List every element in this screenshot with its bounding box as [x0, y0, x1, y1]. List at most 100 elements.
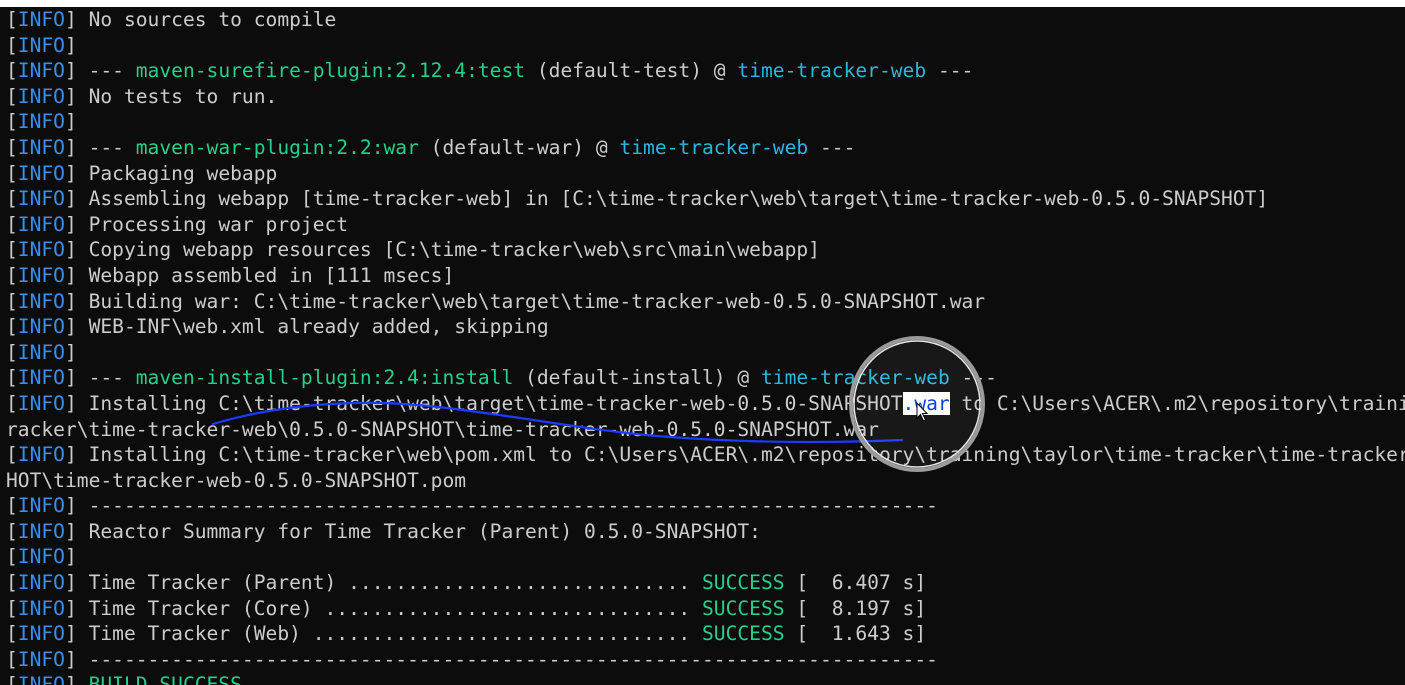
module-name: time-tracker-web [619, 135, 809, 159]
log-level-tag: INFO [17, 212, 65, 236]
plugin-goal: maven-install-plugin:2.4:install [135, 366, 514, 390]
log-text: [ [6, 571, 18, 595]
terminal-line: [INFO] ---------------------------------… [6, 493, 1405, 519]
log-text: [ 1.643 s] [784, 622, 927, 646]
log-text: [ [6, 519, 18, 543]
log-text: ] [64, 33, 77, 57]
log-level-tag: INFO [17, 289, 65, 313]
terminal-line: [INFO] No tests to run. [6, 84, 1405, 110]
terminal-line: [INFO] Copying webapp resources [C:\time… [6, 237, 1405, 263]
log-text: [ [6, 238, 18, 262]
terminal-line: [INFO] Building war: C:\time-tracker\web… [6, 289, 1405, 315]
terminal-line: [INFO] [6, 109, 1405, 135]
log-level-tag: INFO [17, 571, 65, 595]
terminal-window[interactable]: [INFO] No sources to compile [INFO] [INFO]… [0, 0, 1405, 685]
log-text: (default-install) @ [513, 366, 761, 390]
module-name: time-tracker-web [761, 366, 950, 390]
log-level-tag: INFO [17, 33, 65, 57]
log-level-tag: INFO [17, 443, 65, 467]
log-text: --- [926, 59, 974, 83]
log-text: ] Building war: C:\time-tracker\web\targ… [64, 289, 986, 313]
terminal-line: [INFO] Assembling webapp [time-tracker-w… [6, 186, 1405, 212]
status-success: SUCCESS [702, 596, 785, 620]
log-text: ] Copying webapp resources [C:\time-trac… [64, 238, 820, 262]
log-level-tag: INFO [17, 647, 65, 671]
terminal-line: [INFO] Time Tracker (Web) ..............… [6, 621, 1405, 647]
log-text: [ [6, 366, 18, 390]
log-text: [ [6, 673, 18, 685]
log-level-tag: INFO [17, 340, 65, 364]
log-text: [ [6, 443, 18, 467]
plugin-goal: maven-surefire-plugin:2.12.4:test [135, 59, 526, 83]
terminal-line: [INFO] --- maven-surefire-plugin:2.12.4:… [6, 58, 1405, 84]
log-level-tag: INFO [17, 366, 65, 390]
log-text: ] Processing war project [64, 212, 349, 236]
terminal-line: [INFO] WEB-INF\web.xml already added, sk… [6, 314, 1405, 340]
terminal-line: [INFO] No sources to compile [6, 7, 1405, 33]
log-text: [ [6, 33, 18, 57]
log-level-tag: INFO [17, 263, 65, 287]
log-text: ] --- [64, 366, 136, 390]
terminal-line: [INFO] Packaging webapp [6, 161, 1405, 187]
log-text: [ [6, 161, 18, 185]
log-level-tag: INFO [17, 84, 65, 108]
log-text: [ [6, 647, 18, 671]
window-top-edge [0, 0, 1405, 7]
terminal-line: [INFO] [6, 340, 1405, 366]
log-text: to C:\Users\ACER\.m2\repository\training… [961, 391, 1405, 415]
log-level-tag: INFO [17, 135, 65, 159]
log-level-tag: INFO [17, 622, 65, 646]
log-text: ] Installing C:\time-tracker\web\pom.xml… [64, 443, 1405, 467]
log-text: ] [64, 110, 77, 134]
log-level-tag: INFO [17, 315, 65, 339]
terminal-line: [INFO] Time Tracker (Parent) ...........… [6, 570, 1405, 596]
log-text: ] --------------------------------------… [64, 494, 938, 518]
log-text: [ 8.197 s] [784, 596, 927, 620]
log-text: ] Time Tracker (Web) ...................… [64, 622, 702, 646]
log-text: [ [6, 135, 18, 159]
log-text: [ [6, 187, 18, 211]
log-level-tag: INFO [17, 161, 65, 185]
log-text: [ [6, 263, 18, 287]
terminal-output[interactable]: [INFO] No sources to compile [INFO] [INFO]… [6, 7, 1405, 685]
log-text: [ [6, 596, 18, 620]
log-text: ] Assembling webapp [time-tracker-web] i… [64, 187, 1269, 211]
status-success: SUCCESS [702, 571, 785, 595]
status-success: SUCCESS [702, 622, 785, 646]
log-text: racker\time-tracker-web\0.5.0-SNAPSHOT\t… [6, 417, 879, 441]
log-text: HOT\time-tracker-web-0.5.0-SNAPSHOT.pom [6, 468, 467, 492]
log-text: [ [6, 494, 18, 518]
status-success: BUILD SUCCESS [88, 673, 242, 685]
terminal-line: [INFO] [6, 544, 1405, 570]
log-level-tag: INFO [17, 187, 65, 211]
terminal-line: [INFO] Installing C:\time-tracker\web\po… [6, 442, 1405, 468]
terminal-line: [INFO] Installing C:\time-tracker\web\ta… [6, 391, 1405, 417]
log-text: ] WEB-INF\web.xml already added, skippin… [64, 315, 549, 339]
log-text: [ [6, 340, 18, 364]
log-level-tag: INFO [17, 110, 65, 134]
log-text: --- [949, 366, 997, 390]
log-text: --- [808, 135, 856, 159]
terminal-line: HOT\time-tracker-web-0.5.0-SNAPSHOT.pom [6, 468, 1405, 494]
log-text: ] Time Tracker (Parent) ................… [64, 571, 702, 595]
log-level-tag: INFO [17, 673, 65, 685]
log-level-tag: INFO [17, 596, 65, 620]
log-level-tag: INFO [17, 545, 65, 569]
log-text: [ [6, 110, 18, 134]
log-text: ] --------------------------------------… [64, 647, 938, 671]
log-level-tag: INFO [17, 8, 65, 31]
log-level-tag: INFO [17, 391, 65, 415]
log-text: ] [64, 545, 77, 569]
log-text: ] Webapp assembled in [111 msecs] [64, 263, 455, 287]
log-text: ] Packaging webapp [64, 161, 278, 185]
log-text: ] [64, 340, 77, 364]
selected-text[interactable]: .war [902, 391, 950, 415]
plugin-goal: maven-war-plugin:2.2:war [135, 135, 419, 159]
log-text: ] Reactor Summary for Time Tracker (Pare… [64, 519, 761, 543]
log-text: [ 6.407 s] [784, 571, 927, 595]
terminal-line: [INFO] Time Tracker (Core) .............… [6, 596, 1405, 622]
terminal-line: [INFO] ---------------------------------… [6, 647, 1405, 673]
log-text: ] --- [64, 135, 136, 159]
log-level-tag: INFO [17, 59, 65, 83]
log-text: ] Installing C:\time-tracker\web\target\… [64, 391, 903, 415]
